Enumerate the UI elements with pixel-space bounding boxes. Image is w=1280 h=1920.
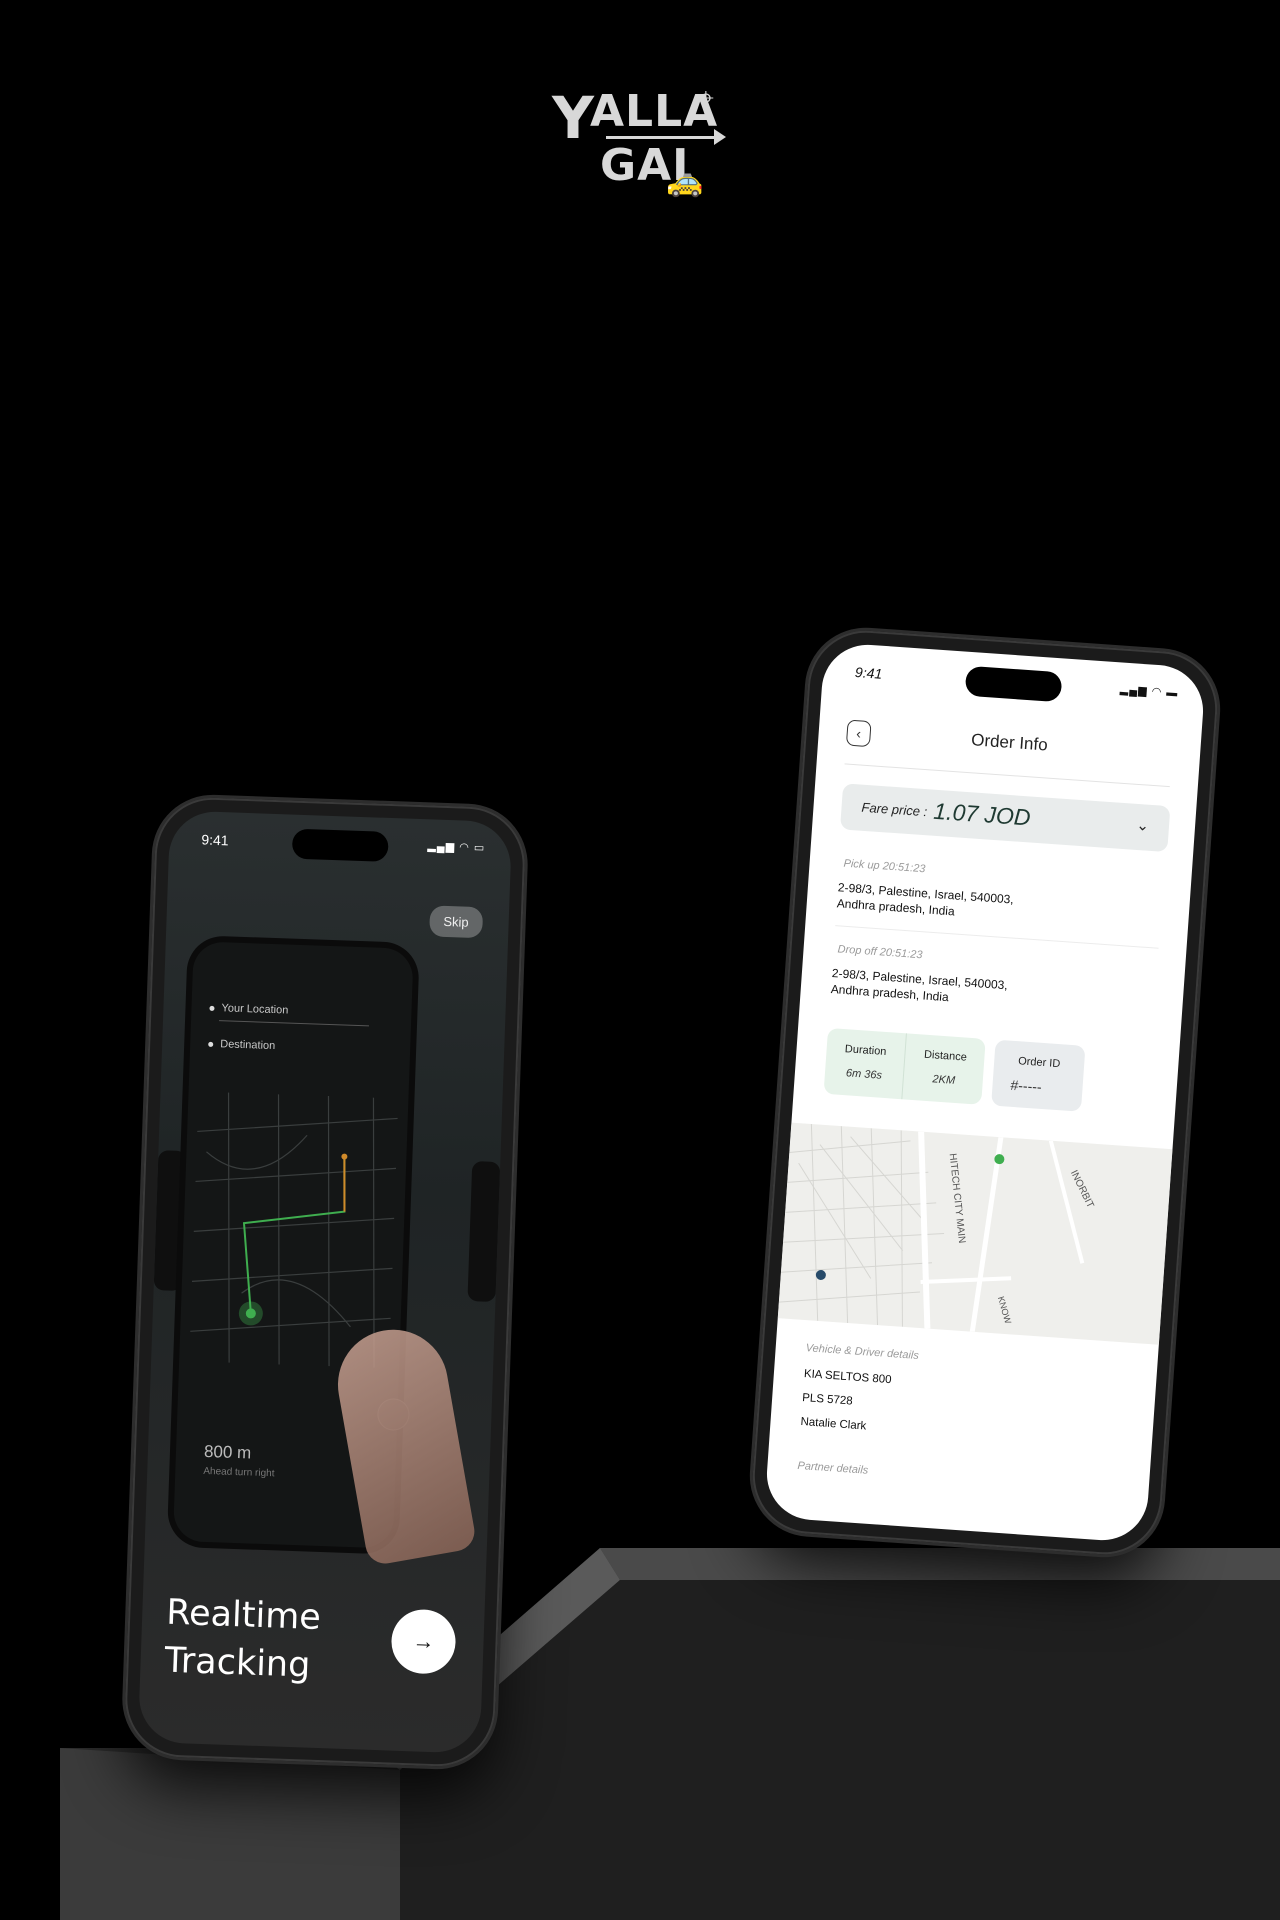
fare-price-dropdown[interactable]: Fare price : 1.07 JOD ⌄ [840,783,1171,853]
status-icons: ▂▄▆ ◠ ▬ [1119,683,1179,700]
order-id-label: Order ID [1017,1055,1061,1071]
pickup-marker-icon [815,1269,826,1280]
your-location-label: Your Location [221,1002,289,1017]
logo-letter: Y [552,84,594,152]
distance-label: Distance [923,1048,968,1064]
fare-label: Fare price : [861,799,928,820]
order-id-card: Order ID #----- [991,1039,1086,1112]
car-icon: 🚕 [666,165,704,198]
next-arrow-button[interactable]: → [390,1608,457,1675]
dynamic-island [291,828,389,862]
route-map[interactable]: HITECH CITY MAIN INORBIT KNOW [777,1122,1173,1345]
arrow-icon [606,129,726,145]
phone-mount-right [467,1161,501,1302]
order-id-value: #----- [1010,1076,1043,1095]
duration-label: Duration [844,1043,887,1059]
yalla-gai-logo: Y ALLA ⌖ GAI 🚕 [548,80,738,200]
stats-divider [901,1033,907,1100]
left-phone-mockup: 9:41 ▂▄▆ ◠ ▭ Skip Your Location Destinat… [123,795,527,1769]
trip-stats-card: Duration 6m 36s Distance 2KM [823,1027,986,1105]
location-pin-icon: ⌖ [698,82,714,113]
address-divider [835,925,1159,949]
distance-value: 2KM [932,1073,956,1087]
onboarding-screen: 9:41 ▂▄▆ ◠ ▭ Skip Your Location Destinat… [137,810,513,1754]
partner-section-label: Partner details [797,1459,869,1477]
destination-label: Destination [220,1038,276,1053]
distance-value: 800 m [203,1441,252,1463]
divider [219,1020,369,1027]
distance-hint: Ahead turn right [203,1465,275,1480]
pickup-address: 2-98/3, Palestine, Israel, 540003, Andhr… [836,879,1098,929]
map-road-label: HITECH CITY MAIN [947,1153,967,1244]
vehicle-plate: PLS 5728 [801,1392,854,1408]
chevron-down-icon: ⌄ [1135,816,1150,835]
fare-value: 1.07 JOD [932,797,1032,831]
onboarding-title: Realtime Tracking [164,1589,322,1690]
duration-value: 6m 36s [845,1067,883,1082]
title-line-2: Tracking [163,1640,312,1686]
pickup-label: Pick up 20:51:23 [843,857,926,876]
map-road-label-3: KNOW [996,1295,1013,1325]
right-phone-mockup: 9:41 ▂▄▆ ◠ ▬ ‹ Order Info Fare price : 1… [748,626,1222,1559]
page-title: Order Info [970,730,1049,755]
vehicle-section-label: Vehicle & Driver details [805,1342,920,1363]
dynamic-island [964,665,1063,703]
title-line-1: Realtime [165,1592,322,1639]
driver-name: Natalie Clark [800,1415,867,1433]
route-map-graphic: HITECH CITY MAIN INORBIT KNOW [778,1123,1096,1333]
order-info-screen: 9:41 ▂▄▆ ◠ ▬ ‹ Order Info Fare price : 1… [763,641,1207,1544]
vehicle-model: KIA SELTOS 800 [803,1368,892,1387]
skip-button[interactable]: Skip [428,905,484,939]
dropoff-label: Drop off 20:51:23 [837,943,923,962]
dropoff-address: 2-98/3, Palestine, Israel, 540003, Andhr… [830,965,1092,1015]
status-icons: ▂▄▆ ◠ ▭ [427,840,486,855]
navigation-map [190,1092,398,1368]
status-time: 9:41 [201,831,229,849]
map-road-label-2: INORBIT [1068,1169,1096,1210]
status-time: 9:41 [854,663,883,682]
header-divider [844,763,1170,788]
